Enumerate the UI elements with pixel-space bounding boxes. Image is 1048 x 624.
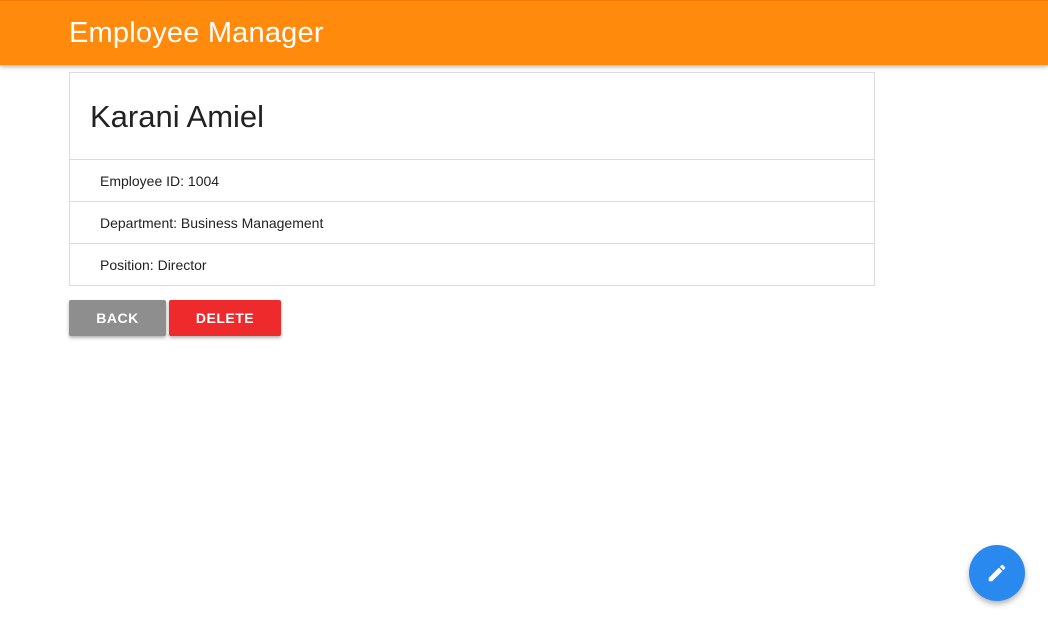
position-text: Position: Director bbox=[100, 257, 207, 273]
employee-id-text: Employee ID: 1004 bbox=[100, 173, 220, 189]
detail-row-department: Department: Business Management bbox=[70, 202, 874, 244]
app-bar: Employee Manager bbox=[0, 0, 1048, 65]
card-header: Karani Amiel bbox=[70, 73, 874, 160]
app-title: Employee Manager bbox=[69, 17, 324, 49]
back-button[interactable]: BACK bbox=[69, 300, 166, 336]
detail-row-employee-id: Employee ID: 1004 bbox=[70, 160, 874, 202]
edit-fab-button[interactable] bbox=[969, 545, 1025, 601]
pencil-icon bbox=[988, 564, 1006, 582]
delete-button[interactable]: DELETE bbox=[169, 300, 281, 336]
employee-card: Karani Amiel Employee ID: 1004 Departmen… bbox=[69, 72, 875, 286]
department-text: Department: Business Management bbox=[100, 215, 324, 231]
employee-name: Karani Amiel bbox=[90, 99, 265, 134]
detail-row-position: Position: Director bbox=[70, 244, 874, 286]
